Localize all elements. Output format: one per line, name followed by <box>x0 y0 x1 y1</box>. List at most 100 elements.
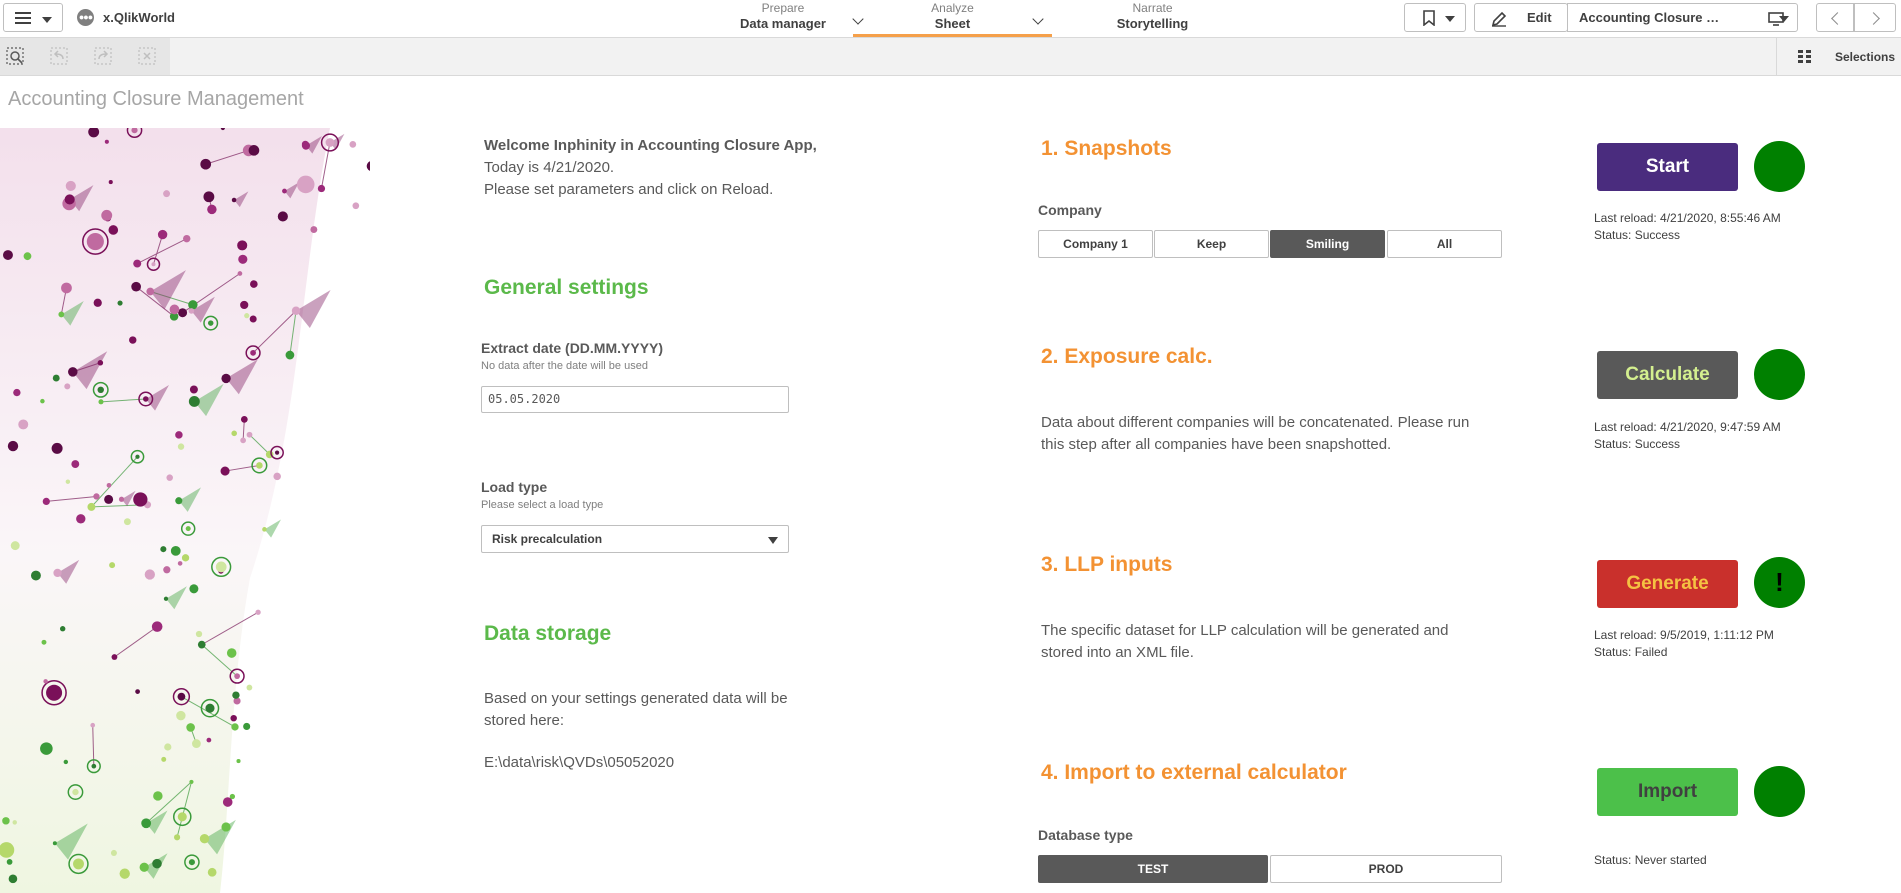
network-node <box>123 518 131 526</box>
network-triangle <box>264 519 281 538</box>
network-node <box>176 710 186 721</box>
network-node <box>215 561 227 573</box>
bookmarks-button[interactable] <box>1404 3 1466 32</box>
step-2-status: Last reload: 4/21/2020, 9:47:59 AM Statu… <box>1594 419 1781 453</box>
start-button[interactable]: Start <box>1597 143 1738 191</box>
network-node <box>240 437 246 444</box>
network-node <box>59 626 66 632</box>
network-node <box>135 454 140 459</box>
status-indicator-3: ! <box>1754 557 1805 608</box>
network-node <box>63 759 69 765</box>
generate-button[interactable]: Generate <box>1597 560 1738 608</box>
network-node <box>317 184 326 193</box>
company-option-keep[interactable]: Keep <box>1154 230 1269 258</box>
network-node <box>133 492 148 507</box>
network-node <box>141 818 152 829</box>
network-node <box>2 817 10 825</box>
network-node <box>91 763 97 769</box>
network-node <box>2 250 13 261</box>
network-node <box>98 399 104 405</box>
smart-search-icon[interactable] <box>6 47 26 67</box>
network-node <box>250 349 256 356</box>
network-node <box>246 431 253 438</box>
network-node <box>163 566 171 574</box>
tab-analyze-main: Sheet <box>934 16 971 31</box>
network-node <box>117 300 123 306</box>
edit-button[interactable]: Edit <box>1474 3 1568 32</box>
network-node <box>76 514 86 524</box>
network-node <box>188 308 195 314</box>
network-node <box>236 759 241 764</box>
network-node <box>152 858 162 869</box>
next-sheet-button[interactable] <box>1854 3 1896 32</box>
network-node <box>185 526 191 532</box>
network-node <box>177 443 185 450</box>
step-forward-icon[interactable] <box>94 47 114 67</box>
network-node <box>229 793 236 800</box>
company-label: Company <box>1038 202 1102 218</box>
tab-analyze-sub: Analyze <box>931 1 974 15</box>
network-node <box>285 350 295 360</box>
welcome-line-3: Please set parameters and click on Reloa… <box>484 181 774 198</box>
network-node <box>12 820 17 825</box>
company-option-smiling[interactable]: Smiling <box>1270 230 1385 258</box>
previous-sheet-button[interactable] <box>1816 3 1854 32</box>
network-node <box>207 204 217 215</box>
step-2-last-reload: Last reload: 4/21/2020, 9:47:59 AM <box>1594 420 1781 434</box>
step-2-status-value: Status: Success <box>1594 437 1681 451</box>
network-node <box>177 692 186 701</box>
app-icon: ●●● <box>77 9 94 26</box>
network-node <box>256 462 263 469</box>
hamburger-icon <box>15 12 31 27</box>
company-option-all[interactable]: All <box>1387 230 1502 258</box>
network-node <box>53 568 62 578</box>
network-node <box>52 841 57 846</box>
network-node <box>183 234 191 243</box>
database-option-test[interactable]: TEST <box>1038 855 1268 883</box>
import-button[interactable]: Import <box>1597 768 1738 816</box>
global-menu-button[interactable] <box>3 3 63 32</box>
sheet-title: Accounting Closure Management <box>8 88 304 110</box>
network-node <box>244 313 250 319</box>
network-node <box>30 570 41 581</box>
selections-button[interactable]: Selections <box>1776 38 1901 75</box>
network-node <box>352 202 360 210</box>
network-node <box>163 190 171 198</box>
database-option-prod[interactable]: PROD <box>1270 855 1502 883</box>
tab-analyze[interactable]: Analyze Sheet <box>853 0 1052 37</box>
load-type-hint: Please select a load type <box>481 499 604 511</box>
network-node <box>97 360 104 366</box>
sheet-selector-button[interactable]: Accounting Closure Management <box>1567 3 1798 32</box>
tab-prepare-main: Data manager <box>740 16 826 31</box>
clear-selections-icon[interactable] <box>138 47 158 67</box>
network-node <box>178 308 188 318</box>
network-node <box>234 673 241 680</box>
network-node <box>186 723 195 732</box>
load-type-dropdown[interactable]: Risk precalculation <box>481 525 789 553</box>
bookmark-icon <box>1423 10 1435 26</box>
calculate-button[interactable]: Calculate <box>1597 351 1738 399</box>
network-node <box>220 466 230 476</box>
welcome-line-1: Welcome Inphinity in Accounting Closure … <box>484 137 817 154</box>
company-option-1[interactable]: Company 1 <box>1038 230 1153 258</box>
network-node <box>282 188 287 194</box>
network-node <box>231 197 237 203</box>
network-node <box>109 562 116 569</box>
network-node <box>273 472 281 481</box>
step-1-status-value: Status: Success <box>1594 228 1681 242</box>
network-node <box>197 640 206 649</box>
tab-narrate[interactable]: Narrate Storytelling <box>1080 0 1225 37</box>
extract-date-input[interactable]: 05.05.2020 <box>481 386 789 413</box>
step-3-status-value: Status: Failed <box>1594 645 1668 659</box>
network-node <box>41 639 47 645</box>
network-node <box>40 742 53 755</box>
network-node <box>195 630 203 638</box>
status-indicator-2 <box>1754 349 1805 400</box>
step-back-icon[interactable] <box>50 47 70 67</box>
network-node <box>177 812 187 822</box>
network-node <box>110 849 117 856</box>
network-node <box>65 479 71 484</box>
tab-prepare[interactable]: Prepare Data manager <box>708 0 864 37</box>
network-node <box>72 788 79 796</box>
network-node <box>133 259 142 268</box>
